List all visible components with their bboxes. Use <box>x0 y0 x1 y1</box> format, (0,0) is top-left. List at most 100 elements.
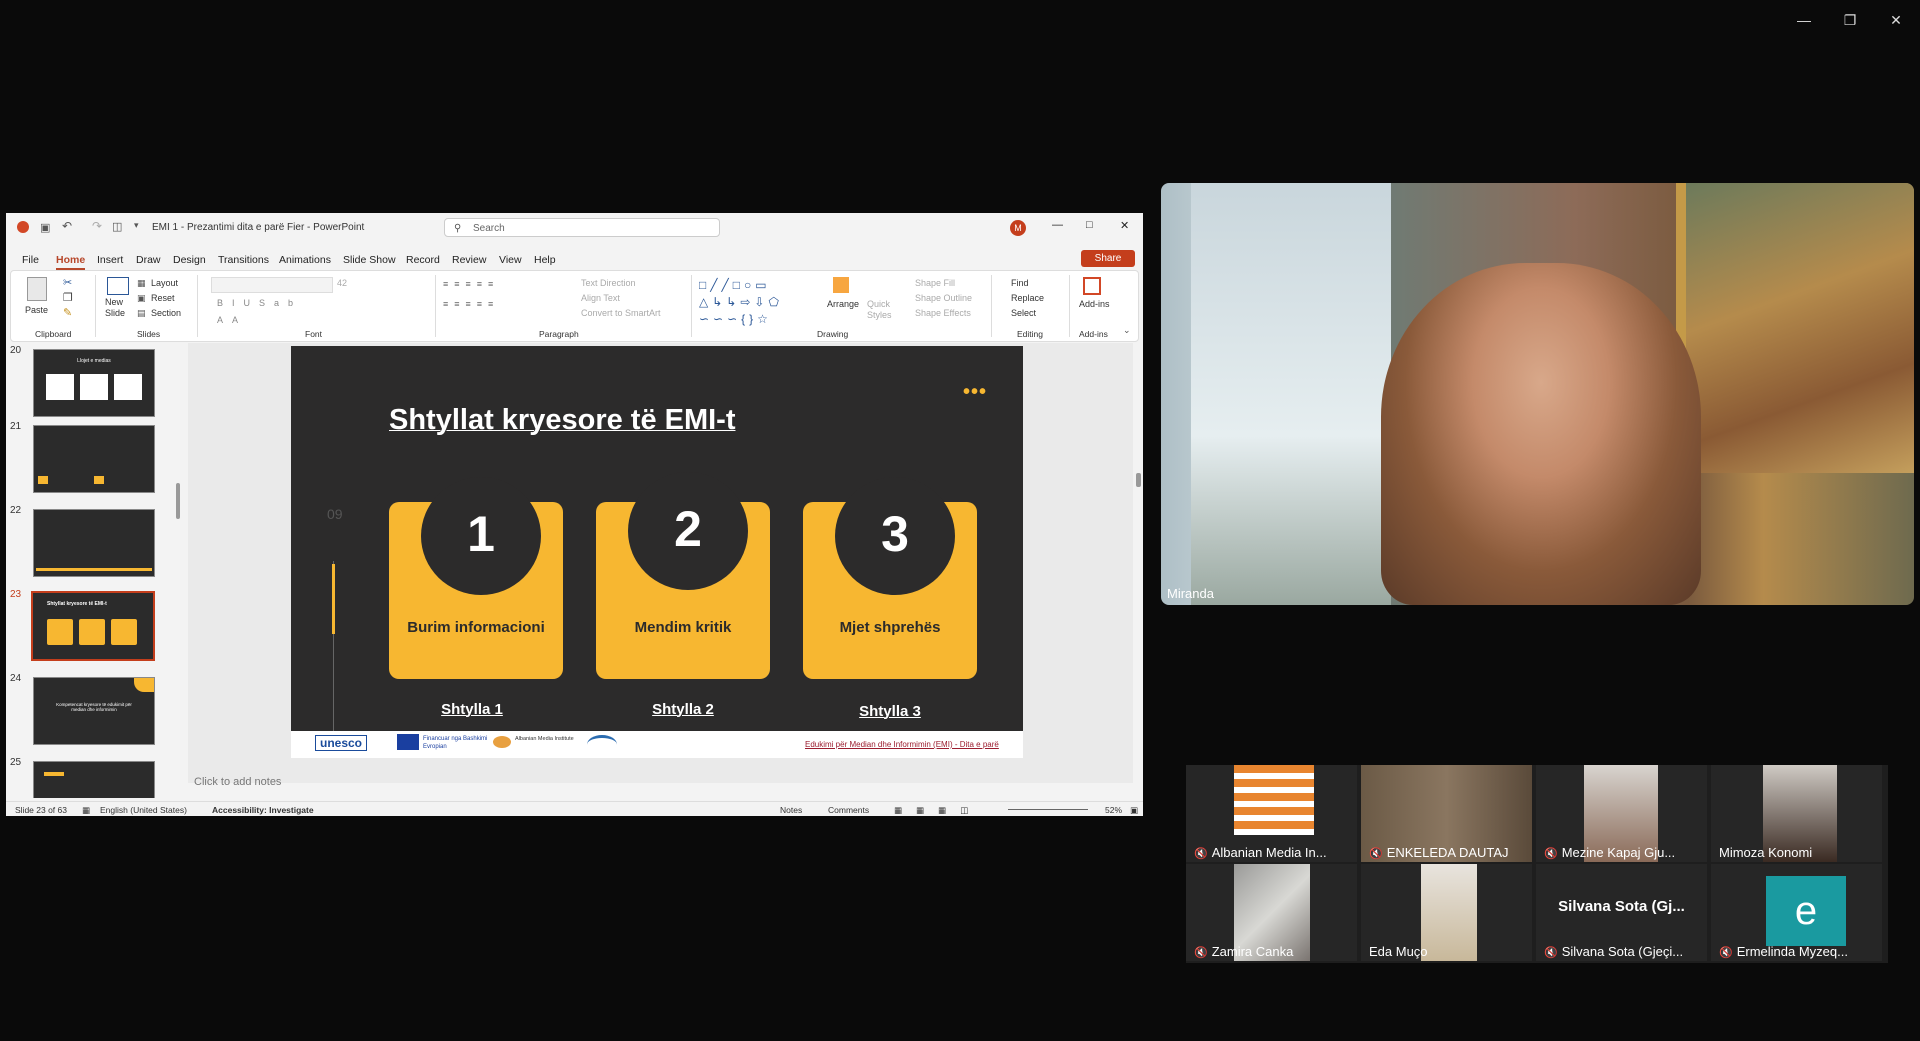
copy-icon[interactable]: ❐ <box>63 291 73 304</box>
participant-tile[interactable]: 🔇 Albanian Media In... <box>1186 765 1357 862</box>
reset-icon[interactable]: ▣ <box>137 293 146 304</box>
redo-icon[interactable]: ↷ <box>92 219 102 233</box>
tab-animations[interactable]: Animations <box>279 254 331 266</box>
notes-pane[interactable]: Click to add notes <box>6 775 956 789</box>
participant-avatar: e <box>1766 876 1846 946</box>
reset-button[interactable]: Reset <box>151 293 175 303</box>
layout-button[interactable]: Layout <box>151 278 178 288</box>
pillar-card-3[interactable]: 3 Mjet shprehës <box>803 477 977 679</box>
paste-icon[interactable] <box>27 277 47 301</box>
paste-button[interactable]: Paste <box>25 305 48 315</box>
search-box[interactable]: ⚲ Search <box>444 218 720 237</box>
participant-tile[interactable]: Mimoza Konomi <box>1711 765 1882 862</box>
font-tools[interactable]: BIUSab <box>217 298 302 308</box>
font-name-box[interactable] <box>211 277 333 293</box>
new-slide-button[interactable]: New Slide <box>105 297 125 319</box>
shape-fill-button[interactable]: Shape Fill <box>915 278 955 288</box>
find-button[interactable]: Find <box>1011 278 1029 288</box>
slide-title[interactable]: Shtyllat kryesore të EMI-t <box>389 404 736 437</box>
tab-insert[interactable]: Insert <box>97 254 123 266</box>
participant-tile[interactable]: e 🔇 Ermelinda Myzeq... <box>1711 864 1882 961</box>
thumbnail-scrollbar[interactable] <box>176 351 180 791</box>
ppt-close-icon[interactable]: ✕ <box>1120 219 1129 232</box>
tab-design[interactable]: Design <box>173 254 206 266</box>
participant-tile[interactable]: 🔇 Mezine Kapaj Gju... <box>1536 765 1707 862</box>
comments-toggle[interactable]: Comments <box>828 805 869 815</box>
participant-name: Eda Muço <box>1369 944 1428 959</box>
convert-smartart-button[interactable]: Convert to SmartArt <box>581 308 661 318</box>
zoom-level[interactable]: 52% <box>1105 805 1122 815</box>
avatar[interactable]: M <box>1010 220 1026 236</box>
arrange-icon[interactable] <box>833 277 849 293</box>
tab-view[interactable]: View <box>499 254 522 266</box>
slide-thumbnail-20[interactable]: Llojet e medias <box>33 349 155 417</box>
tab-transitions[interactable]: Transitions <box>218 254 269 266</box>
ppt-restore-icon[interactable]: □ <box>1086 219 1093 231</box>
pillar-card-1[interactable]: 1 Burim informacioni <box>389 477 563 679</box>
zoom-slider[interactable] <box>1008 809 1088 810</box>
font-group-label: Font <box>305 329 323 339</box>
select-button[interactable]: Select <box>1011 308 1036 318</box>
collapse-ribbon-icon[interactable]: ⌄ <box>1123 325 1131 336</box>
slide-thumbnail-24[interactable]: Kompetencat kryesore të edukimit për med… <box>33 677 155 745</box>
slide-thumbnail-22[interactable] <box>33 509 155 577</box>
ppt-minimize-icon[interactable]: — <box>1052 219 1063 231</box>
quick-styles-button[interactable]: Quick Styles <box>867 299 892 321</box>
tab-record[interactable]: Record <box>406 254 440 266</box>
present-icon[interactable]: ◫ <box>112 220 122 233</box>
pillar-card-2[interactable]: 2 Mendim kritik <box>596 472 770 679</box>
close-icon[interactable]: ✕ <box>1866 0 1920 40</box>
shapes-gallery[interactable]: □╱╱□○▭ △↳↳⇨⇩⬠ ∽∽∽{}☆ <box>699 277 783 328</box>
replace-button[interactable]: Replace <box>1011 293 1044 303</box>
new-slide-icon[interactable] <box>107 277 129 295</box>
layout-icon[interactable]: ▦ <box>137 278 146 289</box>
autosave-icon[interactable]: ▣ <box>40 221 50 234</box>
section-icon[interactable]: ▤ <box>137 308 146 319</box>
mic-muted-icon: 🔇 <box>1719 947 1733 959</box>
accessibility-status[interactable]: Accessibility: Investigate <box>212 805 314 815</box>
font-color-tools[interactable]: AA <box>217 315 247 325</box>
addins-button[interactable]: Add-ins <box>1079 299 1110 309</box>
slide-thumbnail-23[interactable]: Shtyllat kryesore të EMI-t <box>31 591 155 661</box>
tab-help[interactable]: Help <box>534 254 556 266</box>
shape-outline-button[interactable]: Shape Outline <box>915 293 972 303</box>
shape-effects-button[interactable]: Shape Effects <box>915 308 971 318</box>
view-buttons[interactable]: ▦▦▦◫ <box>894 805 982 816</box>
tab-review[interactable]: Review <box>452 254 486 266</box>
align-text-button[interactable]: Align Text <box>581 293 620 303</box>
section-button[interactable]: Section <box>151 308 181 318</box>
notes-toggle[interactable]: Notes <box>780 805 802 815</box>
customize-icon[interactable]: ▾ <box>134 220 139 231</box>
editor-scrollbar[interactable] <box>1136 343 1142 743</box>
pillar-caption: Shtylla 2 <box>652 701 714 718</box>
thumb-number: 25 <box>10 757 22 768</box>
participant-tile[interactable]: Eda Muço <box>1361 864 1532 961</box>
footer-caption: Edukimi për Median dhe Informimin (EMI) … <box>805 740 999 749</box>
tab-file[interactable]: File <box>22 254 39 266</box>
tab-slide-show[interactable]: Slide Show <box>343 254 396 266</box>
drawing-group-label: Drawing <box>817 329 849 339</box>
pillar-number: 3 <box>835 477 955 595</box>
speaker-video[interactable]: Miranda <box>1161 183 1914 605</box>
align-tools[interactable]: ≡≡≡≡≡ <box>443 299 499 309</box>
list-tools[interactable]: ≡≡≡≡≡ <box>443 279 499 289</box>
format-painter-icon[interactable]: ✎ <box>63 306 72 319</box>
spellcheck-icon[interactable]: ▦ <box>82 805 90 816</box>
pillar-number: 1 <box>421 477 541 595</box>
font-size-box[interactable]: 42 <box>337 278 347 288</box>
participant-tile[interactable]: 🔇 Zamira Canka <box>1186 864 1357 961</box>
text-direction-button[interactable]: Text Direction <box>581 278 636 288</box>
cut-icon[interactable]: ✂ <box>63 276 72 289</box>
participant-tile[interactable]: 🔇 ENKELEDA DAUTAJ <box>1361 765 1532 862</box>
undo-icon[interactable]: ↶ <box>62 219 72 233</box>
arrange-button[interactable]: Arrange <box>827 299 859 309</box>
share-button[interactable]: Share <box>1081 250 1135 267</box>
slide-canvas[interactable]: Shtyllat kryesore të EMI-t ••• 09 1 Buri… <box>291 346 1023 758</box>
language[interactable]: English (United States) <box>100 805 187 815</box>
fit-slide-icon[interactable]: ▣ <box>1130 805 1138 816</box>
tab-home[interactable]: Home <box>56 254 86 270</box>
tab-draw[interactable]: Draw <box>136 254 161 266</box>
addins-icon[interactable] <box>1083 277 1101 295</box>
slide-thumbnail-21[interactable] <box>33 425 155 493</box>
participant-tile[interactable]: Silvana Sota (Gj... 🔇 Silvana Sota (Gjeçi… <box>1536 864 1707 961</box>
